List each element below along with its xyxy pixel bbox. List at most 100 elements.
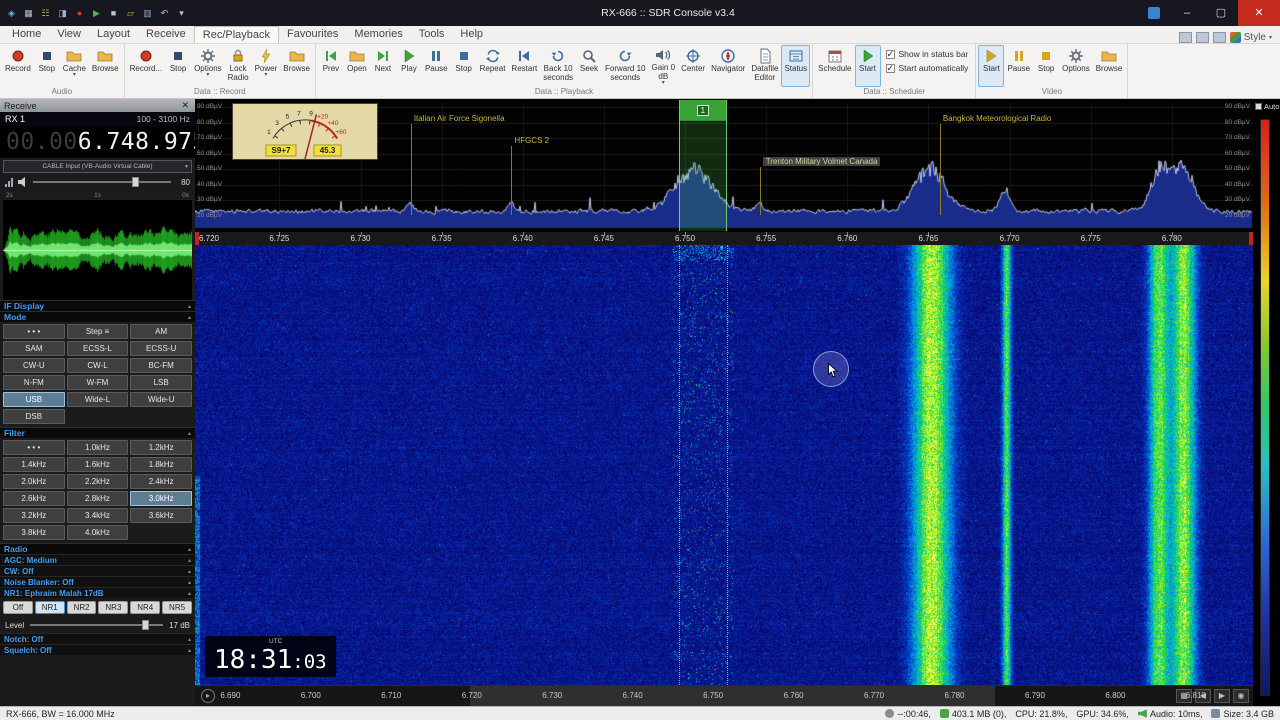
filter-button-1-2khz[interactable]: 1.2kHz [130,440,192,455]
ribbon-button-pause[interactable]: Pause [1004,45,1033,87]
filter-button-3-4khz[interactable]: 3.4kHz [66,508,129,523]
mode-button-wide-u[interactable]: Wide-U [130,392,192,407]
ribbon-button-schedule[interactable]: Schedule [815,45,854,87]
window-cascade-icon[interactable] [1195,32,1209,43]
mode-button-bc-fm[interactable]: BC-FM [130,358,192,373]
maximize-button[interactable]: ▢ [1204,0,1238,26]
tab-view[interactable]: View [49,26,89,43]
ribbon-button-stop[interactable]: Stop [451,45,477,87]
nr-button-nr1[interactable]: NR1 [34,601,65,614]
mode-button-ecss-u[interactable]: ECSS-U [130,341,192,356]
spectrum-display[interactable]: 1 3 5 7 9 +20 +40 +60 S9+7 45.3 90 dBµV 90 dBµV 8… [195,99,1253,232]
menu-arrow-icon[interactable]: ▾ [175,7,188,20]
mode-button-usb[interactable]: USB [3,392,65,407]
users-icon[interactable]: ☷ [39,7,52,20]
checkbox-show-in-status-bar[interactable]: Show in status bar [885,49,968,60]
pin-icon[interactable] [1148,7,1160,19]
checkbox-start-automatically[interactable]: Start automatically [885,63,969,74]
app-icon[interactable]: ◈ [5,7,18,20]
mode-button-cw-l[interactable]: CW-L [66,358,129,373]
nr-button-off[interactable]: Off [3,601,33,614]
tuned-channel-marker[interactable]: 1 [678,100,728,231]
filter-button-3-6khz[interactable]: 3.6kHz [130,508,192,523]
mode-button-n-fm[interactable]: N-FM [3,375,65,390]
save-icon[interactable]: ▥ [141,7,154,20]
ribbon-button-back-10-seconds[interactable]: Back 10 seconds [540,45,576,87]
undo-icon[interactable]: ↶ [158,7,171,20]
mode-button-[interactable]: • • • [3,324,65,339]
minimize-button[interactable]: – [1170,0,1204,26]
mode-button-cw-u[interactable]: CW-U [3,358,65,373]
tab-memories[interactable]: Memories [346,26,410,43]
filter-button-2-6khz[interactable]: 2.6kHz [3,491,65,506]
tab-layout[interactable]: Layout [89,26,138,43]
play-icon[interactable]: ▶ [90,7,103,20]
ribbon-button-status[interactable]: Status [781,45,811,87]
mode-button-wide-l[interactable]: Wide-L [66,392,129,407]
filter-button-[interactable]: • • • [3,440,65,455]
ribbon-button-stop[interactable]: Stop [34,45,60,87]
ribbon-button-stop[interactable]: Stop [1033,45,1059,87]
section-radio[interactable]: Radio ▴ [0,543,195,554]
filter-button-2-0khz[interactable]: 2.0kHz [3,474,65,489]
filter-button-1-4khz[interactable]: 1.4kHz [3,457,65,472]
grid-icon[interactable]: ▦ [22,7,35,20]
mode-button-sam[interactable]: SAM [3,341,65,356]
mode-button-lsb[interactable]: LSB [130,375,192,390]
notch-row[interactable]: Notch: Off ▴ [0,633,195,644]
radio-setting-nr1[interactable]: NR1: Ephraim Malah 17dB ▴ [0,587,195,598]
tab-help[interactable]: Help [452,26,491,43]
style-button[interactable]: Style ▾ [1229,32,1272,43]
ribbon-button-seek[interactable]: Seek [576,45,602,87]
ribbon-button-pause[interactable]: Pause [422,45,451,87]
ribbon-button-play[interactable]: Play [396,45,422,87]
tab-tools[interactable]: Tools [411,26,453,43]
filter-button-2-4khz[interactable]: 2.4kHz [130,474,192,489]
nr-button-nr4[interactable]: NR4 [130,601,161,614]
filter-button-2-2khz[interactable]: 2.2kHz [66,474,129,489]
nr-button-nr2[interactable]: NR2 [66,601,97,614]
filter-button-1-0khz[interactable]: 1.0kHz [66,440,129,455]
spectrum-frequency-scale[interactable]: 6.720 6.725 6.730 6.735 6.740 6.745 6.750 6.755… [195,232,1253,245]
navigator-play-button[interactable]: ▸ [201,689,215,703]
nr-button-nr3[interactable]: NR3 [98,601,129,614]
radio-setting-agc[interactable]: AGC: Medium ▴ [0,554,195,565]
volume-slider-thumb[interactable] [132,177,140,187]
radio-setting-cw[interactable]: CW: Off ▴ [0,565,195,576]
ribbon-button-lock-radio[interactable]: Lock Radio [225,45,252,87]
frequency-display[interactable]: 00.00 6.748.975 [0,126,206,158]
palette-gradient[interactable] [1260,119,1270,696]
ribbon-button-next[interactable]: Next [370,45,396,87]
mode-button-w-fm[interactable]: W-FM [66,375,129,390]
squelch-row[interactable]: Squelch: Off ▴ [0,644,195,655]
ribbon-button-center[interactable]: Center [678,45,708,87]
radio-setting-noise-blanker[interactable]: Noise Blanker: Off ▴ [0,576,195,587]
section-if-display[interactable]: IF Display ▴ [0,300,195,311]
ribbon-button-cache[interactable]: Cache ▾ [60,45,89,87]
tab-receive[interactable]: Receive [138,26,194,43]
tab-rec-playback[interactable]: Rec/Playback [193,26,280,43]
filter-button-3-0khz[interactable]: 3.0kHz [130,491,192,506]
audio-device-select[interactable]: CABLE Input (VB-Audio Virtual Cable) ▾ [3,160,192,173]
ribbon-button-navigator[interactable]: Navigator [708,45,748,87]
ribbon-button-browse[interactable]: Browse [89,45,122,87]
filter-button-3-2khz[interactable]: 3.2kHz [3,508,65,523]
ribbon-button-repeat[interactable]: Repeat [477,45,509,87]
mode-button-ecss-l[interactable]: ECSS-L [66,341,129,356]
ribbon-button-restart[interactable]: Restart [508,45,540,87]
ribbon-button-forward-10-seconds[interactable]: Forward 10 seconds [602,45,648,87]
ribbon-button-options[interactable]: Options ▾ [191,45,225,87]
folder-icon[interactable]: ▱ [124,7,137,20]
navigator-continuum-icon[interactable]: ◉ [1233,689,1249,703]
filter-button-3-8khz[interactable]: 3.8kHz [3,525,65,540]
section-mode[interactable]: Mode ▴ [0,311,195,322]
ribbon-button-options[interactable]: Options [1059,45,1093,87]
filter-button-1-8khz[interactable]: 1.8kHz [130,457,192,472]
section-filter[interactable]: Filter ▴ [0,427,195,438]
ribbon-button-datafile-editor[interactable]: Datafile Editor [748,45,781,87]
ribbon-button-start[interactable]: Start [854,45,881,87]
ribbon-button-power[interactable]: Power ▾ [252,45,281,87]
tab-home[interactable]: Home [4,26,49,43]
ribbon-button-browse[interactable]: Browse [280,45,313,87]
window-layout-icon[interactable] [1178,32,1192,43]
